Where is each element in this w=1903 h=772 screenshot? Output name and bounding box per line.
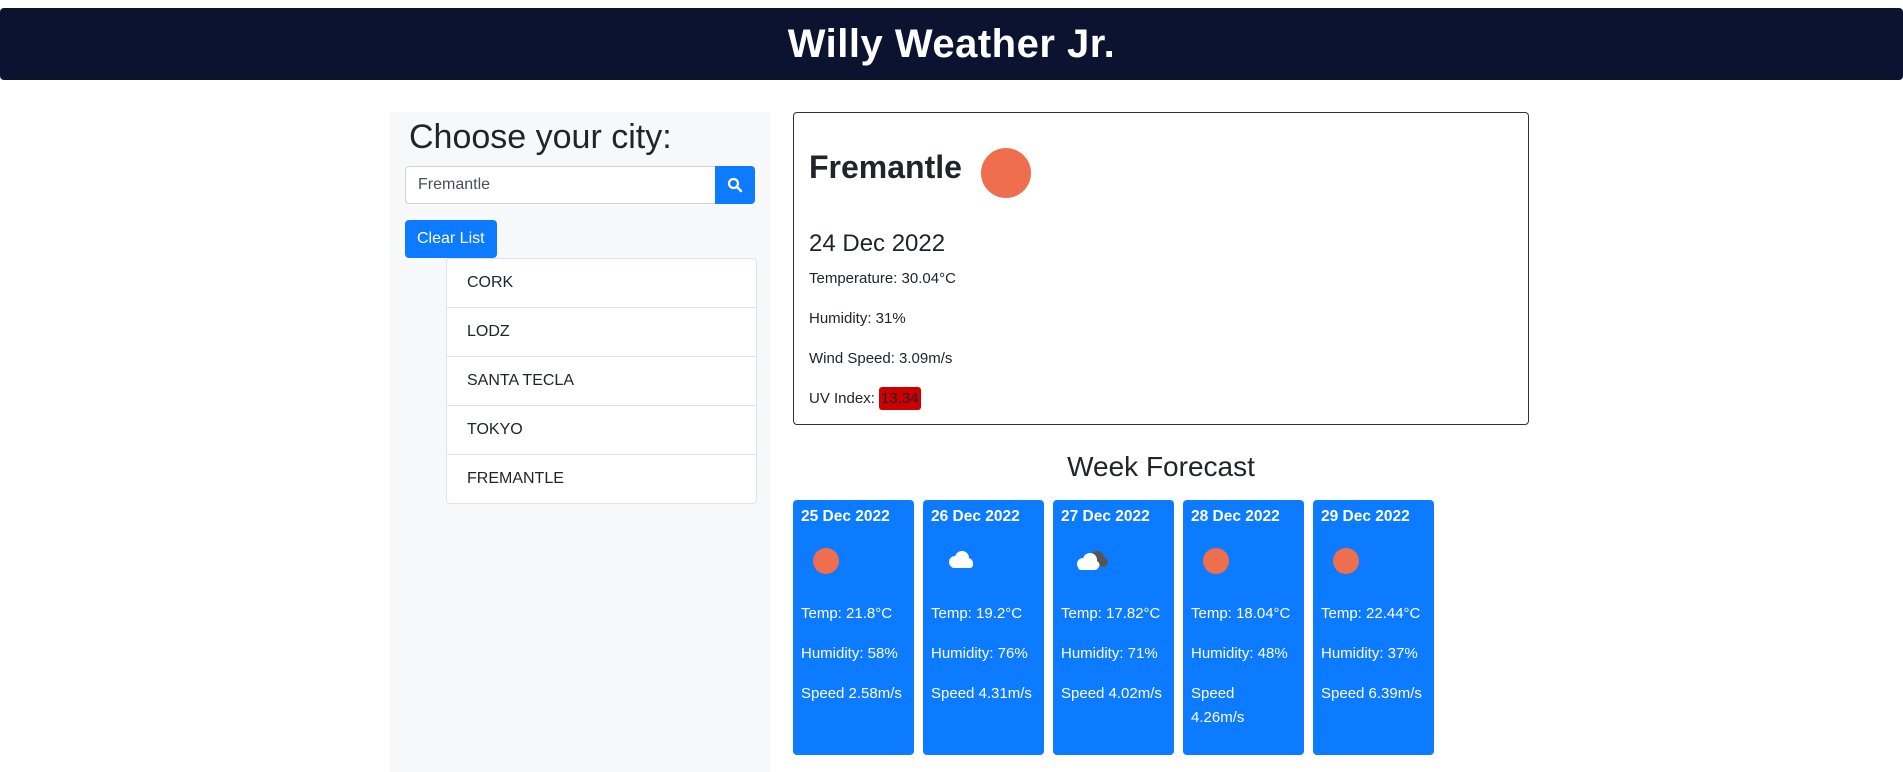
sun-icon: [1333, 548, 1359, 574]
sun-icon: [813, 548, 839, 574]
forecast-humidity: Humidity: 48%: [1191, 645, 1288, 662]
city-search-input[interactable]: [405, 166, 729, 204]
current-uv-row: UV Index: 13.34: [809, 387, 921, 410]
uv-index-badge: 13.34: [879, 387, 921, 410]
forecast-card: 29 Dec 2022 Temp: 22.44°C Humidity: 37% …: [1313, 500, 1434, 755]
search-icon: [727, 177, 743, 193]
search-heading: Choose your city:: [409, 118, 672, 156]
sun-icon: [981, 148, 1031, 198]
forecast-temp: Temp: 18.04°C: [1191, 605, 1291, 622]
forecast-date: 27 Dec 2022: [1061, 508, 1150, 525]
app-header: Willy Weather Jr.: [0, 8, 1903, 80]
forecast-title: Week Forecast: [1067, 451, 1255, 482]
current-city-name: Fremantle: [809, 149, 962, 185]
current-wind-speed: Wind Speed: 3.09m/s: [809, 350, 953, 367]
forecast-speed: Speed 6.39m/s: [1321, 685, 1422, 702]
history-item[interactable]: TOKYO: [447, 406, 756, 455]
forecast-speed: Speed 2.58m/s: [801, 685, 902, 702]
forecast-humidity: Humidity: 76%: [931, 645, 1028, 662]
forecast-speed: Speed 4.02m/s: [1061, 685, 1162, 702]
forecast-humidity: Humidity: 37%: [1321, 645, 1418, 662]
forecast-temp: Temp: 21.8°C: [801, 605, 893, 622]
search-panel: Choose your city: Clear List CORK LODZ S…: [390, 112, 770, 772]
forecast-speed: Speed 4.31m/s: [931, 685, 1032, 702]
forecast-card: 28 Dec 2022 Temp: 18.04°C Humidity: 48% …: [1183, 500, 1304, 755]
forecast-temp: Temp: 17.82°C: [1061, 605, 1161, 622]
forecast-card: 26 Dec 2022 Temp: 19.2°C Humidity: 76% S…: [923, 500, 1044, 755]
forecast-temp: Temp: 22.44°C: [1321, 605, 1421, 622]
current-temperature: Temperature: 30.04°C: [809, 270, 956, 287]
search-history-list: CORK LODZ SANTA TECLA TOKYO FREMANTLE: [446, 258, 757, 504]
current-weather-card: Fremantle 24 Dec 2022 Temperature: 30.04…: [793, 112, 1529, 425]
current-humidity: Humidity: 31%: [809, 310, 906, 327]
sun-icon: [1203, 548, 1229, 574]
forecast-date: 26 Dec 2022: [931, 508, 1020, 525]
history-item[interactable]: SANTA TECLA: [447, 357, 756, 406]
history-item[interactable]: LODZ: [447, 308, 756, 357]
forecast-card: 27 Dec 2022 Temp: 17.82°C Humidity: 71% …: [1053, 500, 1174, 755]
app-title: Willy Weather Jr.: [787, 21, 1116, 66]
forecast-humidity: Humidity: 58%: [801, 645, 898, 662]
cloud-icon: [943, 548, 973, 574]
forecast-card: 25 Dec 2022 Temp: 21.8°C Humidity: 58% S…: [793, 500, 914, 755]
current-date: 24 Dec 2022: [809, 230, 946, 257]
forecast-date: 29 Dec 2022: [1321, 508, 1410, 525]
forecast-temp: Temp: 19.2°C: [931, 605, 1023, 622]
forecast-speed: Speed 4.26m/s: [1191, 685, 1245, 726]
clear-list-button[interactable]: Clear List: [405, 220, 497, 258]
forecast-humidity: Humidity: 71%: [1061, 645, 1158, 662]
forecast-date: 28 Dec 2022: [1191, 508, 1280, 525]
broken-clouds-icon: [1073, 548, 1108, 574]
history-item[interactable]: CORK: [447, 259, 756, 308]
uv-label: UV Index:: [809, 390, 875, 407]
search-button[interactable]: [715, 166, 755, 204]
history-item[interactable]: FREMANTLE: [447, 455, 756, 503]
forecast-date: 25 Dec 2022: [801, 508, 890, 525]
